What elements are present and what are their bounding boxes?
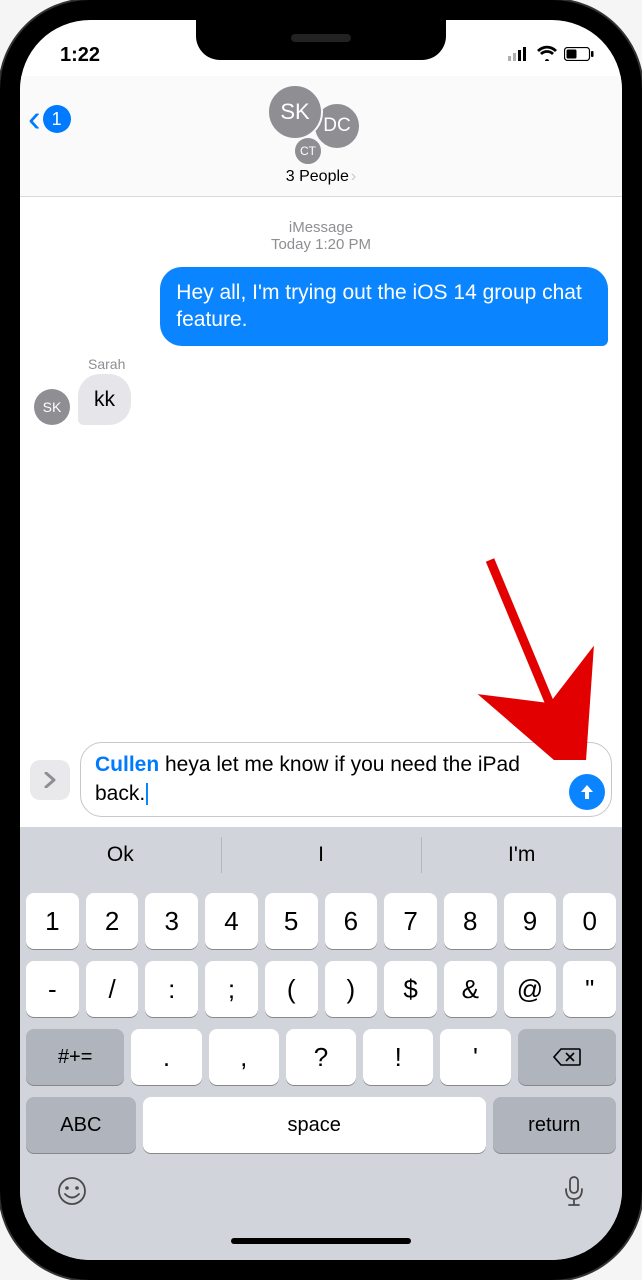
- sender-avatar[interactable]: SK: [34, 389, 70, 425]
- message-bubble-outgoing[interactable]: Hey all, I'm trying out the iOS 14 group…: [160, 267, 608, 346]
- key[interactable]: /: [86, 961, 139, 1017]
- status-time: 1:22: [60, 44, 100, 67]
- backspace-icon: [553, 1047, 581, 1067]
- key[interactable]: ,: [209, 1029, 279, 1085]
- text-cursor: [146, 783, 148, 805]
- keyboard-row: ABC space return: [26, 1097, 616, 1153]
- key[interactable]: &: [444, 961, 497, 1017]
- cellular-icon: [508, 44, 530, 67]
- key[interactable]: @: [504, 961, 557, 1017]
- timestamp-block: iMessage Today 1:20 PM: [34, 219, 608, 253]
- screen: 1:22 ‹ 1 SK DC CT: [20, 20, 622, 1260]
- dictation-key[interactable]: [562, 1175, 586, 1212]
- conversation-title-label: 3 People: [286, 168, 349, 186]
- microphone-icon: [562, 1175, 586, 1207]
- wifi-icon: [536, 44, 558, 67]
- battery-icon: [564, 44, 594, 67]
- keyboard-row: - / : ; ( ) $ & @ ": [26, 961, 616, 1017]
- predictive-suggestion[interactable]: I: [221, 827, 422, 883]
- keyboard-row: 1 2 3 4 5 6 7 8 9 0: [26, 893, 616, 949]
- symbols-key[interactable]: #+=: [26, 1029, 124, 1085]
- message-row-incoming: SK kk: [34, 374, 608, 425]
- message-input[interactable]: Cullen heya let me know if you need the …: [80, 742, 612, 817]
- avatar-sk: SK: [267, 84, 323, 140]
- back-button[interactable]: ‹ 1: [28, 100, 71, 138]
- key[interactable]: (: [265, 961, 318, 1017]
- chevron-right-icon: [42, 772, 58, 788]
- predictive-suggestion[interactable]: I'm: [421, 827, 622, 883]
- send-button[interactable]: [569, 774, 605, 810]
- key[interactable]: 7: [384, 893, 437, 949]
- return-key[interactable]: return: [493, 1097, 616, 1153]
- conversation-header: ‹ 1 SK DC CT 3 People ›: [20, 76, 622, 197]
- key[interactable]: 8: [444, 893, 497, 949]
- timestamp-label: Today 1:20 PM: [34, 236, 608, 253]
- space-key[interactable]: space: [143, 1097, 486, 1153]
- key[interactable]: 9: [504, 893, 557, 949]
- key[interactable]: 5: [265, 893, 318, 949]
- predictive-text-bar: Ok I I'm: [20, 827, 622, 883]
- home-indicator[interactable]: [231, 1238, 411, 1244]
- chevron-right-icon: ›: [351, 168, 356, 186]
- key[interactable]: 2: [86, 893, 139, 949]
- emoji-icon: [56, 1175, 88, 1207]
- key[interactable]: 4: [205, 893, 258, 949]
- mention-token[interactable]: Cullen: [95, 753, 159, 776]
- device-frame: 1:22 ‹ 1 SK DC CT: [0, 0, 642, 1280]
- key[interactable]: !: [363, 1029, 433, 1085]
- key[interactable]: ): [325, 961, 378, 1017]
- key[interactable]: ?: [286, 1029, 356, 1085]
- key[interactable]: $: [384, 961, 437, 1017]
- arrow-up-icon: [578, 783, 596, 801]
- compose-text: heya let me know if you need the iPad ba…: [95, 753, 520, 804]
- compose-bar: Cullen heya let me know if you need the …: [20, 736, 622, 827]
- key[interactable]: ": [563, 961, 616, 1017]
- speaker: [291, 34, 351, 42]
- sender-name-label: Sarah: [88, 356, 608, 372]
- keyboard-row: #+= . , ? ! ': [26, 1029, 616, 1085]
- key[interactable]: ;: [205, 961, 258, 1017]
- group-avatar-cluster[interactable]: SK DC CT: [251, 84, 391, 164]
- messages-area[interactable]: iMessage Today 1:20 PM Hey all, I'm tryi…: [20, 197, 622, 736]
- backspace-key[interactable]: [518, 1029, 616, 1085]
- emoji-key[interactable]: [56, 1175, 88, 1212]
- key[interactable]: -: [26, 961, 79, 1017]
- keyboard: 1 2 3 4 5 6 7 8 9 0 - / : ; ( ) $ & @: [20, 883, 622, 1260]
- app-drawer-button[interactable]: [30, 760, 70, 800]
- key[interactable]: 0: [563, 893, 616, 949]
- keyboard-bottom-row: [26, 1165, 616, 1216]
- key[interactable]: 3: [145, 893, 198, 949]
- abc-key[interactable]: ABC: [26, 1097, 136, 1153]
- notch: [196, 20, 446, 60]
- unread-badge: 1: [43, 105, 71, 133]
- service-label: iMessage: [34, 219, 608, 236]
- conversation-title[interactable]: 3 People ›: [286, 168, 357, 186]
- message-bubble-incoming[interactable]: kk: [78, 374, 131, 425]
- key[interactable]: 1: [26, 893, 79, 949]
- key[interactable]: :: [145, 961, 198, 1017]
- predictive-suggestion[interactable]: Ok: [20, 827, 221, 883]
- key[interactable]: 6: [325, 893, 378, 949]
- message-row-outgoing: Hey all, I'm trying out the iOS 14 group…: [34, 267, 608, 346]
- chevron-left-icon: ‹: [28, 100, 41, 138]
- key[interactable]: ': [440, 1029, 510, 1085]
- key[interactable]: .: [131, 1029, 201, 1085]
